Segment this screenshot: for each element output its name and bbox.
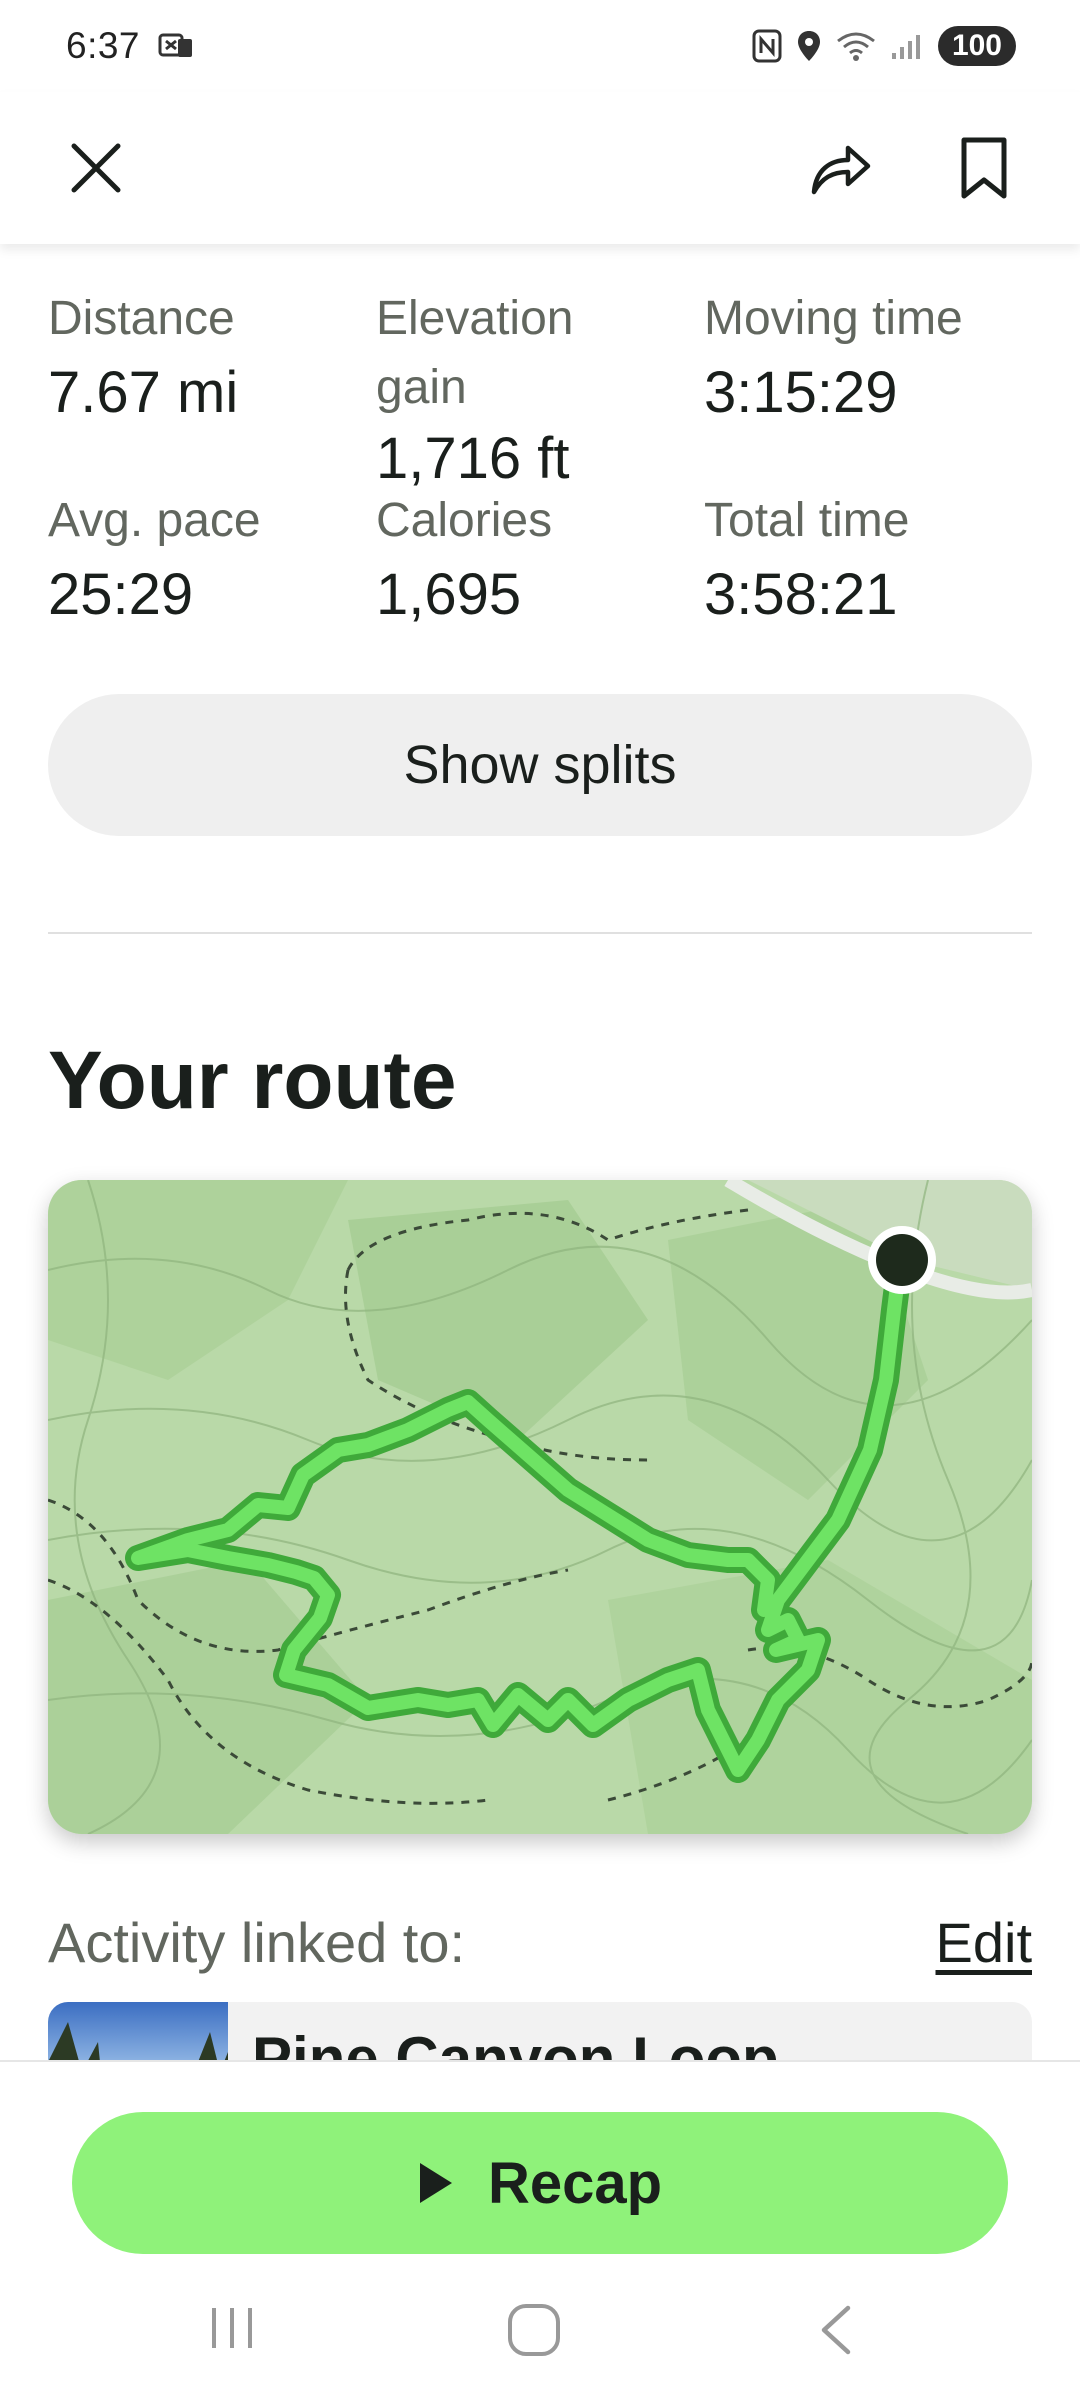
stat-value: 7.67 mi [48,360,239,425]
location-icon [797,31,820,61]
bookmark-button[interactable] [944,128,1024,208]
stat-value: 1,695 [376,562,522,627]
edit-link[interactable]: Edit [936,1910,1033,1975]
notification-icon [158,33,193,57]
activity-linked-label: Activity linked to: [48,1911,466,1974]
route-section-title: Your route [48,1035,457,1126]
stat-label: Elevation [376,292,574,345]
share-icon [811,145,871,195]
nfc-icon [752,29,782,63]
bookmark-icon [961,137,1007,199]
wifi-icon [837,32,875,61]
recap-label: Recap [487,2150,663,2216]
play-icon [419,2163,452,2203]
top-app-bar [0,92,1080,244]
stat-label: Calories [376,494,553,547]
close-icon [71,143,121,193]
stat-label-cont: gain [376,361,467,414]
stat-distance: Distance 7.67 mi [48,274,238,422]
recap-button[interactable]: Recap [72,2112,1008,2254]
divider [48,932,1032,934]
home-icon[interactable] [506,2302,562,2358]
stat-label: Avg. pace [48,494,261,547]
show-splits-button[interactable]: Show splits [48,694,1032,836]
stat-value: 3:58:21 [704,562,898,627]
stat-label: Moving time [704,292,963,345]
stat-total-time: Total time 3:58:21 [704,476,909,624]
stat-calories: Calories 1,695 [376,476,552,624]
map-canvas [48,1180,1032,1834]
status-time: 6:37 [66,25,141,66]
stat-moving-time: Moving time 3:15:29 [704,274,963,422]
status-bar: 6:37 100 [0,0,1080,92]
signal-icon [891,35,920,59]
stat-value: 25:29 [48,562,194,627]
stat-label: Total time [704,494,910,547]
close-button[interactable] [56,128,136,208]
stat-elevation-gain: Elevation gain 1,716 ft [376,274,573,488]
back-icon[interactable] [814,2302,858,2358]
stat-avg-pace: Avg. pace 25:29 [48,476,261,624]
route-map[interactable] [48,1180,1032,1834]
share-button[interactable] [800,128,880,208]
recent-apps-icon[interactable] [206,2302,258,2354]
stat-label: Distance [48,292,235,345]
battery-indicator: 100 [937,26,1016,66]
system-nav-bar [0,2280,1080,2380]
stat-value: 3:15:29 [704,360,898,425]
